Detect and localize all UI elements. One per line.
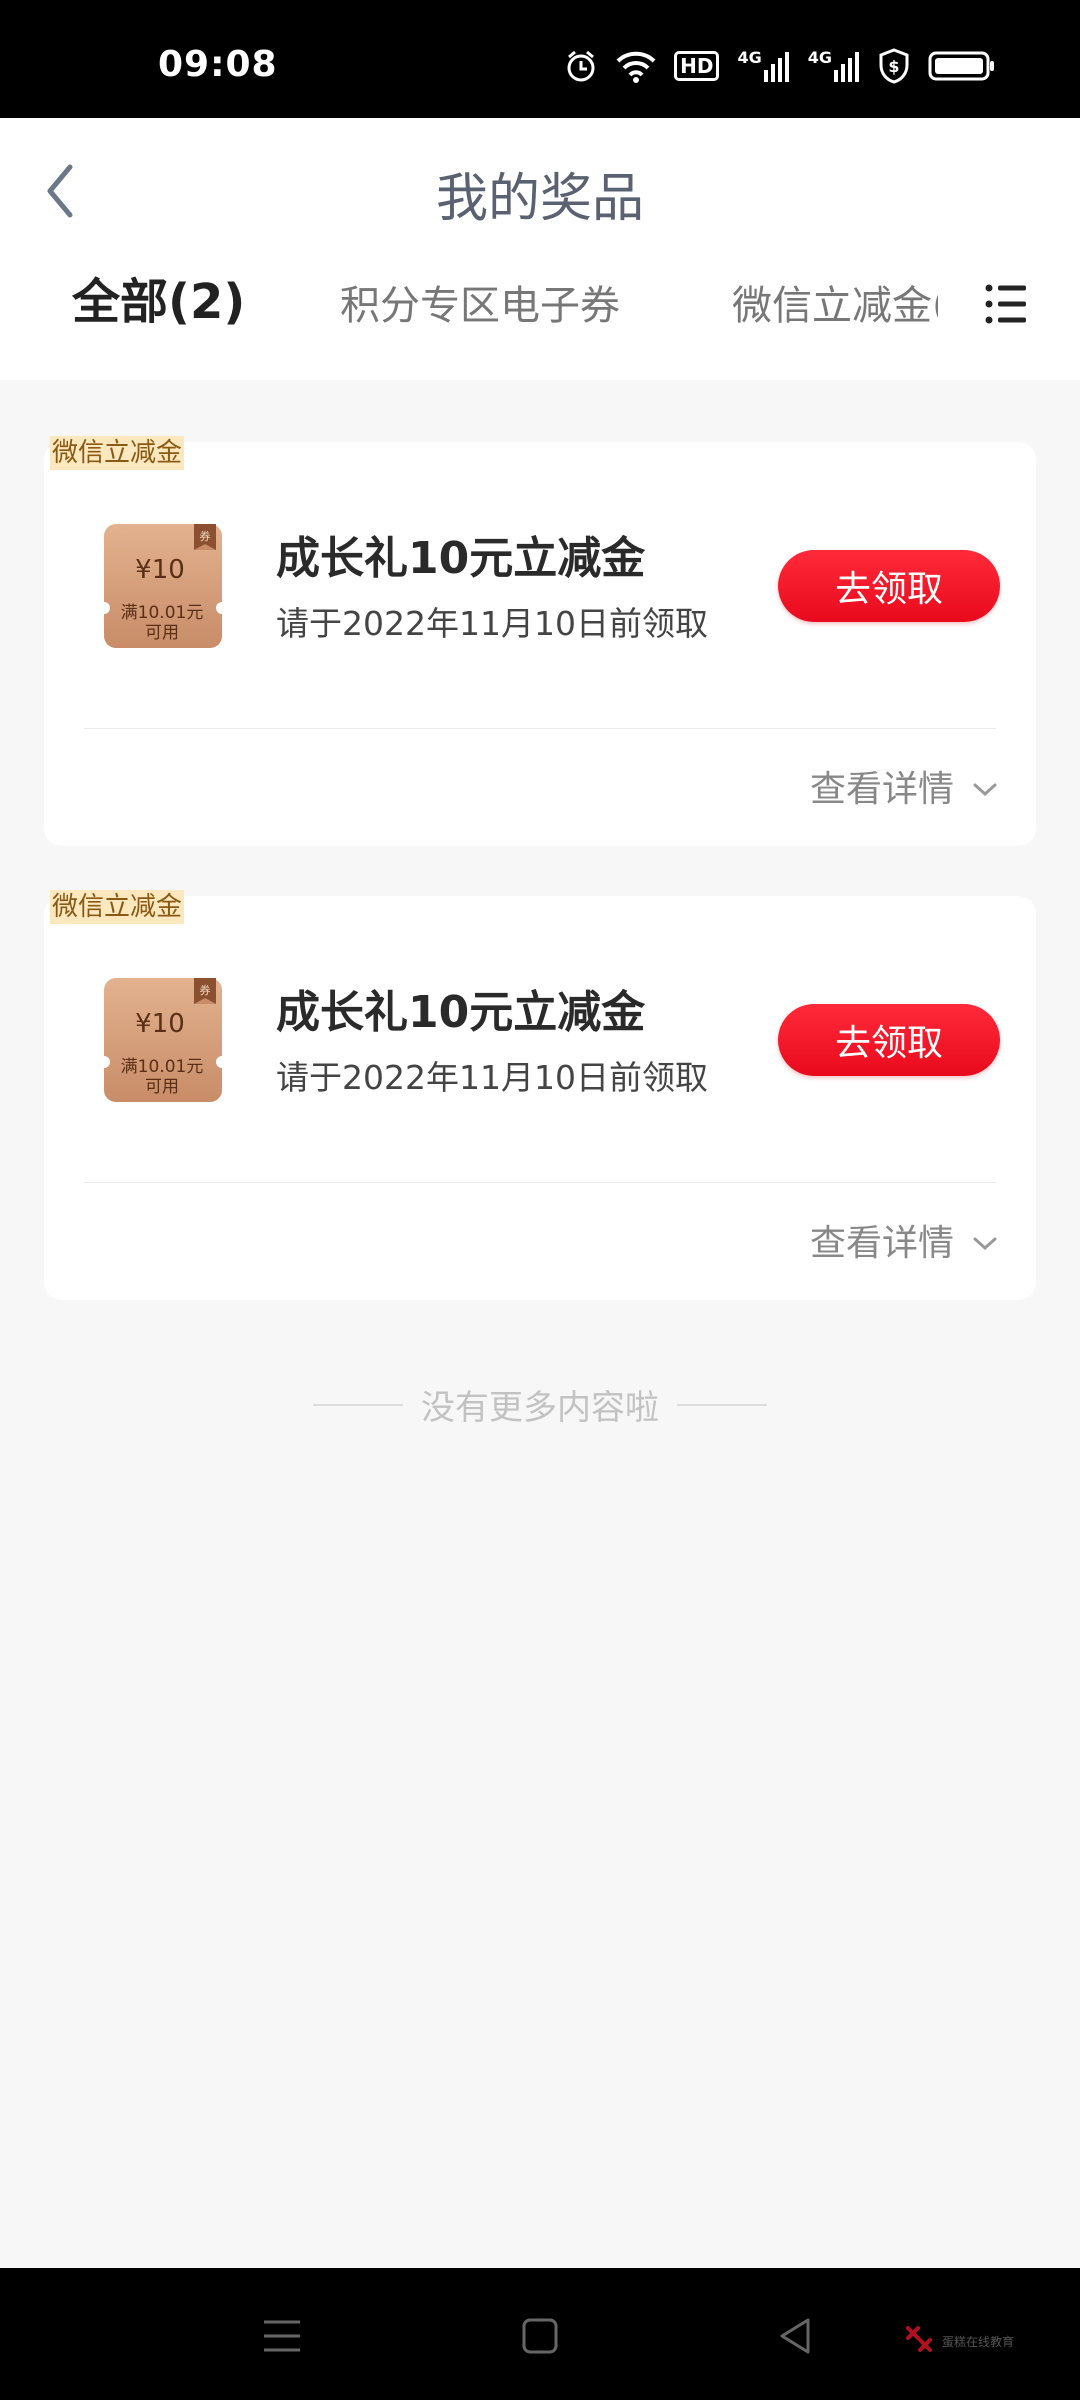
square-icon: [516, 2318, 564, 2364]
tab-wechat-discount[interactable]: 微信立减金(: [732, 272, 938, 384]
coupon-tag: 券: [200, 983, 211, 997]
claim-button[interactable]: 去领取: [778, 1004, 1000, 1076]
prize-title: 成长礼10元立减金: [276, 987, 646, 1038]
tab-bar: 全部(2) 积分专区电子券 微信立减金(: [0, 268, 1080, 494]
view-details-label: 查看详情: [809, 1223, 954, 1264]
battery-icon: [928, 50, 996, 82]
coupon-amount: ¥10: [135, 555, 185, 585]
card-type-badge: 微信立减金: [50, 890, 185, 924]
list-menu-icon: [984, 284, 1028, 330]
tab-label: 积分专区电子券: [340, 283, 620, 329]
tab-label: 微信立减金(: [732, 283, 938, 329]
coupon-thumbnail: 券 ¥10 满10.01元 可用: [98, 976, 228, 1104]
hd-icon: HD: [674, 51, 720, 81]
view-details-button[interactable]: 查看详情: [810, 1214, 998, 1266]
prize-deadline: 请于2022年11月10日前领取: [276, 604, 708, 643]
divider-line: [677, 1403, 767, 1406]
card-type-badge: 微信立减金: [50, 436, 185, 470]
page-header: 我的奖品 全部(2) 积分专区电子券 微信立减金(: [0, 118, 1080, 494]
chevron-down-icon: [972, 766, 998, 807]
back-nav-button[interactable]: [772, 2312, 820, 2360]
prize-card: 微信立减金 券 ¥10 满10.01元 可用 成长礼10元立减金 请于2022年…: [44, 890, 1036, 1300]
prize-title: 成长礼10元立减金: [276, 533, 646, 584]
recent-apps-button[interactable]: [258, 2312, 306, 2360]
watermark: 蛋糕在线教育: [904, 2324, 1014, 2358]
tab-points-coupons[interactable]: 积分专区电子券: [340, 272, 620, 384]
watermark-logo-icon: [904, 2324, 934, 2358]
menu-icon: [258, 2320, 306, 2364]
view-details-label: 查看详情: [809, 769, 954, 810]
prize-card: 微信立减金 券 ¥10 满10.01元 可用 成长礼10元立减金 请于2022年…: [44, 436, 1036, 846]
svg-text:$: $: [888, 57, 899, 76]
coupon-condition: 满10.01元: [121, 1057, 204, 1077]
status-icons: HD 4G 4G $: [564, 48, 996, 84]
coupon-condition: 满10.01元: [121, 603, 204, 623]
coupon-condition-suffix: 可用: [145, 1077, 179, 1097]
tab-label: 全部(2): [72, 274, 246, 330]
coupon-amount: ¥10: [135, 1009, 185, 1039]
signal-4g-icon: 4G: [737, 50, 789, 82]
status-time: 09:08: [158, 44, 278, 85]
tab-all[interactable]: 全部(2): [72, 268, 245, 380]
view-details-button[interactable]: 查看详情: [810, 760, 998, 812]
end-of-list-text: 没有更多内容啦: [421, 1388, 659, 1428]
card-divider: [84, 728, 996, 729]
system-nav-bar: 蛋糕在线教育: [0, 2268, 1080, 2400]
network-label: 4G: [807, 48, 832, 67]
alarm-icon: [564, 49, 598, 83]
watermark-text: 蛋糕在线教育: [942, 2334, 1015, 2349]
page-title: 我的奖品: [435, 169, 644, 229]
coupon-tag: 券: [200, 529, 211, 543]
signal-4g-icon: 4G: [808, 50, 860, 82]
wifi-icon: [616, 49, 656, 83]
coupon-thumbnail: 券 ¥10 满10.01元 可用: [98, 522, 228, 650]
chevron-down-icon: [972, 1220, 998, 1261]
tab-menu-button[interactable]: [984, 282, 1032, 338]
network-label: 4G: [737, 48, 762, 67]
home-button[interactable]: [516, 2312, 564, 2360]
claim-button[interactable]: 去领取: [778, 550, 1000, 622]
shield-icon: $: [878, 48, 910, 84]
triangle-back-icon: [772, 2318, 820, 2364]
prize-deadline: 请于2022年11月10日前领取: [276, 1058, 708, 1097]
coupon-condition-suffix: 可用: [145, 623, 179, 643]
status-bar: 09:08 HD 4G 4G $: [0, 0, 1080, 118]
divider-line: [313, 1403, 403, 1406]
card-divider: [84, 1182, 996, 1183]
end-of-list: 没有更多内容啦: [0, 1380, 1080, 1429]
